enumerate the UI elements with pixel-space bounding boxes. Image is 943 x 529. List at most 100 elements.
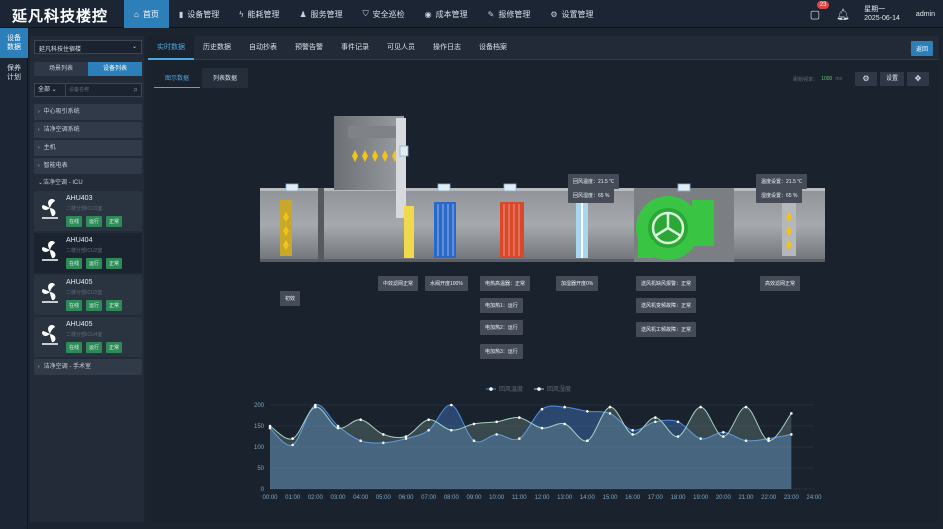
series-area-1 <box>270 406 792 489</box>
tab-scene-list[interactable]: 场景列表 <box>34 62 88 76</box>
fan-icon <box>41 199 58 219</box>
tab-7[interactable]: 设备档案 <box>470 36 516 60</box>
device-item[interactable]: AHU404 二楼分部ICU2室 在线 运行 正常 <box>34 233 142 273</box>
refresh-rate-label: 刷新频率： <box>793 76 819 83</box>
device-tags: 在线 运行 正常 <box>66 342 126 353</box>
device-search-input[interactable]: 设备名称 ⌕ <box>66 83 142 97</box>
tab-device-list[interactable]: 设备列表 <box>88 62 142 76</box>
tab-0[interactable]: 实时数据 <box>148 36 194 60</box>
y-tick-label: 200 <box>254 403 265 409</box>
tab-diagram[interactable]: 图示数据 <box>154 68 201 88</box>
nav-item-5[interactable]: ◉ 成本管理 <box>415 0 478 28</box>
chevron-down-icon: ⌄ <box>131 44 137 50</box>
status-badge: 运行 <box>86 342 103 353</box>
tab-3[interactable]: 预警告警 <box>286 36 332 60</box>
nav-item-label: 成本管理 <box>435 9 468 19</box>
legend-label: 回风湿度 <box>547 385 571 393</box>
tab-5[interactable]: 可见人员 <box>378 36 424 60</box>
nav-item-1[interactable]: ▮ 设备管理 <box>169 0 229 28</box>
legend-marker <box>537 387 541 391</box>
status-filter-select[interactable]: 全部 ⌄ <box>34 83 66 97</box>
nav-item-7[interactable]: ⚙ 设置管理 <box>540 0 603 28</box>
legend-marker <box>489 387 493 391</box>
data-point <box>676 420 680 424</box>
data-point <box>404 435 408 438</box>
tab-4[interactable]: 事件记录 <box>332 36 378 60</box>
heater3-status: 电加热3：运行 <box>480 344 523 359</box>
nav-item-3[interactable]: ♟ 服务管理 <box>289 0 352 28</box>
search-placeholder: 设备名称 <box>69 87 90 93</box>
left-menu: 设备 数据 保养 计划 <box>0 28 28 529</box>
data-tabs: 实时数据 历史数据 自动抄表 预警告警 事件记录 可见人员 操作日志 设备档案 <box>148 36 939 60</box>
device-tags: 在线 运行 正常 <box>66 216 126 227</box>
alarm-button[interactable]: 🔔︎ <box>836 8 850 21</box>
tree-group[interactable]: › 中心吸引系统 <box>34 104 142 120</box>
tree-group[interactable]: › 洁净空调 - 手术室 <box>34 359 142 375</box>
tree-group[interactable]: › 主机 <box>34 140 142 156</box>
data-point <box>744 405 748 409</box>
device-item[interactable]: AHU405 二楼分部ICU4室 在线 运行 正常 <box>34 317 142 357</box>
tree-group[interactable]: › 洁净空调系统 <box>34 122 142 138</box>
data-point <box>359 418 362 421</box>
tab-2[interactable]: 自动抄表 <box>240 36 286 60</box>
left-menu-item-1[interactable]: 保养 计划 <box>0 58 28 88</box>
data-point <box>767 439 770 442</box>
settings-button[interactable]: 设置 <box>879 72 904 86</box>
top-bar: 延凡科技楼控 ⌂ 首页 ▮ 设备管理 ϟ 能耗管理 ♟ 服务管理 ⛉ 安全巡检 ◉ 成本管理 ✎ 报修管理… <box>0 0 943 28</box>
user-menu[interactable]: admin <box>916 11 935 18</box>
x-tick-label: 00:00 <box>262 495 278 501</box>
data-point <box>427 418 430 421</box>
date-display: 星期一 2025-06-14 <box>864 5 900 23</box>
left-menu-item-0[interactable]: 设备 数据 <box>0 28 28 58</box>
left-menu-label: 保养 <box>7 65 21 72</box>
diagram-tools: 刷新频率： 1000 ms ⚙ 设置 ✥ <box>793 72 929 86</box>
gear-button[interactable]: ⚙ <box>854 72 877 86</box>
data-point <box>722 431 725 434</box>
medium-filter-status: 中效滤网正常 <box>378 276 419 291</box>
left-menu-label: 设备 <box>7 35 21 42</box>
x-tick-label: 22:00 <box>761 495 777 501</box>
device-item[interactable]: AHU403 二楼分部ICU1室 在线 运行 正常 <box>34 191 142 231</box>
nav-item-2[interactable]: ϟ 能耗管理 <box>229 0 289 28</box>
data-point <box>563 405 566 409</box>
device-item[interactable]: AHU405 二楼分部ICU3室 在线 运行 正常 <box>34 275 142 315</box>
x-tick-label: 14:00 <box>580 495 596 501</box>
data-point <box>631 433 634 436</box>
device-name: AHU405 <box>66 279 93 286</box>
nav-item-4[interactable]: ⛉ 安全巡检 <box>353 0 415 28</box>
set-temp-label: 温度设置：21.5 ℃ <box>756 174 808 189</box>
status-badge: 正常 <box>106 300 123 311</box>
device-location: 二楼分部ICU3室 <box>66 290 103 296</box>
fullscreen-button[interactable]: ✥ <box>907 72 929 86</box>
data-point <box>699 405 702 409</box>
building-select[interactable]: 延凡科技住宿楼 ⌄ <box>34 40 142 54</box>
back-button[interactable]: 返回 <box>910 41 933 56</box>
wrench-icon: ✎ <box>487 9 495 19</box>
device-tree: › 中心吸引系统 › 洁净空调系统 › 主机 › 智能电表 ⌄洁净空调 - ICU AHU403 二… <box>34 104 142 377</box>
x-tick-label: 09:00 <box>466 495 482 501</box>
search-icon[interactable]: ⌕ <box>134 84 138 96</box>
set-temp-text: 温度设置：21.5 ℃ <box>761 179 803 185</box>
x-tick-label: 08:00 <box>444 495 460 501</box>
y-tick-label: 100 <box>254 445 265 451</box>
tab-1[interactable]: 历史数据 <box>194 36 240 60</box>
list-switch: 场景列表 设备列表 <box>34 62 142 76</box>
app-title: 延凡科技楼控 <box>12 8 109 25</box>
nav-item-0[interactable]: ⌂ 首页 <box>124 0 169 28</box>
set-humidity-label: 湿度设置：65 % <box>756 188 803 203</box>
cost-icon: ◉ <box>424 9 432 19</box>
nav-item-6[interactable]: ✎ 报修管理 <box>478 0 541 28</box>
tree-group-open[interactable]: ⌄洁净空调 - ICU <box>34 176 142 191</box>
tab-list[interactable]: 列表数据 <box>202 68 249 88</box>
status-badge: 运行 <box>86 258 103 269</box>
message-button[interactable]: ▢ 23 <box>810 0 830 21</box>
device-location: 二楼分部ICU1室 <box>66 206 103 212</box>
tree-label: 洁净空调 - ICU <box>43 180 83 186</box>
x-tick-label: 03:00 <box>330 495 346 501</box>
tree-group[interactable]: › 智能电表 <box>34 158 142 174</box>
main-panel: 实时数据 历史数据 自动抄表 预警告警 事件记录 可见人员 操作日志 设备档案 返回 图示数据… <box>148 36 939 522</box>
home-icon: ⌂ <box>134 9 139 19</box>
tab-6[interactable]: 操作日志 <box>424 36 470 60</box>
status-badge: 在线 <box>66 300 83 311</box>
data-point <box>540 426 544 430</box>
